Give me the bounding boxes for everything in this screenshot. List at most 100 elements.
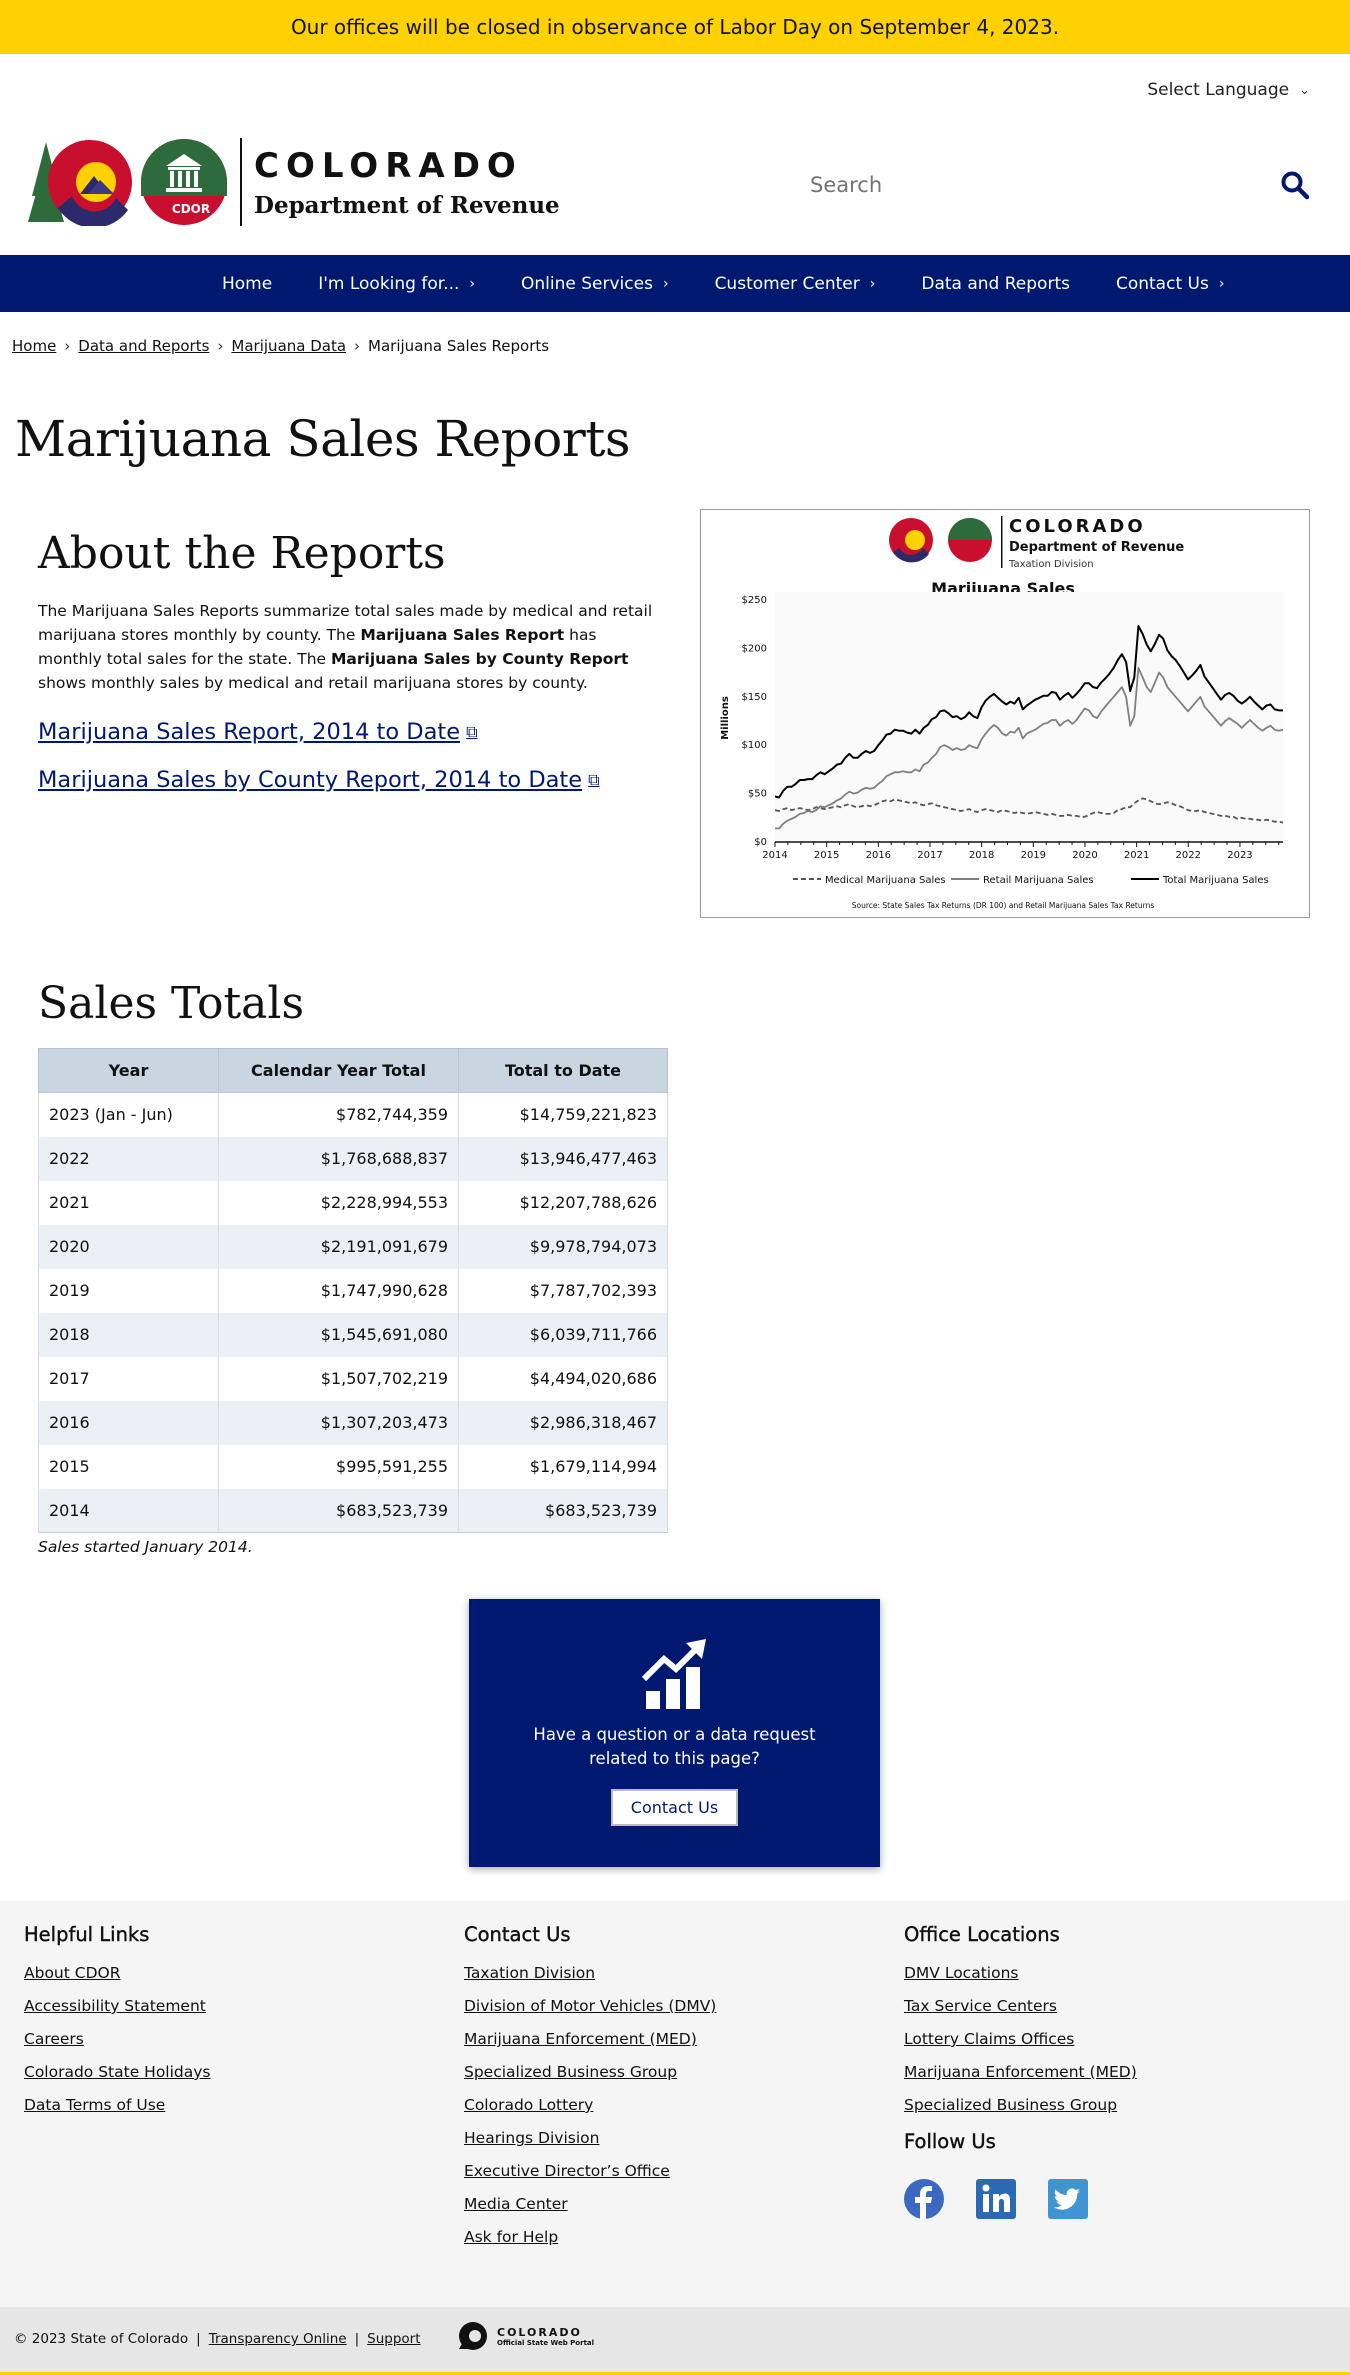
footer-link-dmv[interactable]: Division of Motor Vehicles (DMV) xyxy=(464,1997,716,2015)
nav-item-looking-for[interactable]: I'm Looking for... › xyxy=(318,274,475,294)
sales-line-chart: COLORADO Department of Revenue Taxation … xyxy=(720,516,1284,910)
sales-totals-section: Sales Totals xyxy=(38,978,304,1029)
breadcrumb-data-reports[interactable]: Data and Reports xyxy=(78,337,209,355)
facebook-icon[interactable] xyxy=(904,2179,944,2219)
sales-totals-table: Year Calendar Year Total Total to Date 2… xyxy=(38,1048,668,1533)
cell-year: 2015 xyxy=(38,1444,219,1489)
footer-link-hearings[interactable]: Hearings Division xyxy=(464,2129,599,2147)
portal-title: COLORADO xyxy=(497,2325,582,2339)
footer-link-data-terms[interactable]: Data Terms of Use xyxy=(24,2096,165,2114)
logo-department: Department of Revenue xyxy=(254,191,560,219)
footer-heading: Helpful Links xyxy=(24,1923,150,1946)
footer-link-accessibility[interactable]: Accessibility Statement xyxy=(24,1997,206,2015)
state-portal-logo[interactable]: COLORADO Official State Web Portal xyxy=(455,2321,594,2351)
cdor-logo[interactable]: COLORADO Department of Revenue xyxy=(28,138,560,226)
footer-link-sbg[interactable]: Specialized Business Group xyxy=(464,2063,677,2081)
nav-item-customer-center[interactable]: Customer Center › xyxy=(715,274,876,294)
chart-y-tick-label: $150 xyxy=(742,692,767,703)
social-links xyxy=(904,2179,1137,2219)
chart-plot-area xyxy=(775,592,1283,842)
chart-logo-sun xyxy=(905,530,925,550)
footer-link-media[interactable]: Media Center xyxy=(464,2195,568,2213)
portal-text: COLORADO Official State Web Portal xyxy=(497,2326,594,2347)
chart-x-tick-label: 2023 xyxy=(1227,850,1252,861)
cell-year: 2023 (Jan - Jun) xyxy=(38,1092,219,1137)
footer-helpful-links: Helpful Links About CDOR Accessibility S… xyxy=(24,1923,211,2129)
footer-link-holidays[interactable]: Colorado State Holidays xyxy=(24,2063,211,2081)
breadcrumb-marijuana-data[interactable]: Marijuana Data xyxy=(231,337,346,355)
table-row: 2017 $1,507,702,219 $4,494,020,686 xyxy=(38,1356,668,1401)
footer-link-about[interactable]: About CDOR xyxy=(24,1964,120,1982)
external-link-icon: ⧉ xyxy=(588,770,600,789)
sales-report-link[interactable]: Marijuana Sales Report, 2014 to Date ⧉ xyxy=(38,719,658,745)
contact-us-button[interactable]: Contact Us xyxy=(610,1789,739,1826)
linkedin-icon[interactable] xyxy=(976,2179,1016,2219)
nav-item-label: I'm Looking for... xyxy=(318,273,460,294)
chart-x-tick-label: 2022 xyxy=(1176,850,1201,861)
footer-link-lottery[interactable]: Colorado Lottery xyxy=(464,2096,593,2114)
chart-x-axis: 2014 2015 2016 2017 2018 2019 2020 2021 2022 2023 xyxy=(762,841,1283,861)
cell-total-to-date: $4,494,020,686 xyxy=(458,1356,668,1401)
breadcrumb-home[interactable]: Home xyxy=(12,337,56,355)
chart-y-tick-label: $250 xyxy=(742,595,767,606)
column-header-year: Year xyxy=(38,1048,219,1093)
footer-link-dmv-locations[interactable]: DMV Locations xyxy=(904,1964,1018,1982)
footer-link-med-office[interactable]: Marijuana Enforcement (MED) xyxy=(904,2063,1137,2081)
footer-link-lottery-claims[interactable]: Lottery Claims Offices xyxy=(904,2030,1074,2048)
breadcrumb-separator: › xyxy=(354,337,361,355)
breadcrumb-current: Marijuana Sales Reports xyxy=(368,337,550,355)
footer-link-help[interactable]: Ask for Help xyxy=(464,2228,558,2246)
chart-logo-seal-top xyxy=(948,518,992,540)
cell-calendar-total: $1,545,691,080 xyxy=(218,1312,459,1357)
footer-link-edo[interactable]: Executive Director’s Office xyxy=(464,2162,670,2180)
footer-link-careers[interactable]: Careers xyxy=(24,2030,84,2048)
footer-link-tax-centers[interactable]: Tax Service Centers xyxy=(904,1997,1057,2015)
cell-calendar-total: $995,591,255 xyxy=(218,1444,459,1489)
table-header-row: Year Calendar Year Total Total to Date xyxy=(38,1048,668,1093)
twitter-icon[interactable] xyxy=(1048,2179,1088,2219)
nav-item-online-services[interactable]: Online Services › xyxy=(521,274,669,294)
table-row: 2020 $2,191,091,679 $9,978,794,073 xyxy=(38,1224,668,1269)
sales-report-link-label: Marijuana Sales Report, 2014 to Date xyxy=(38,719,461,745)
table-row: 2014 $683,523,739 $683,523,739 xyxy=(38,1488,668,1533)
chart-legend-label: Total Marijuana Sales xyxy=(1162,875,1269,886)
nav-item-home[interactable]: Home xyxy=(222,274,272,294)
chart-growth-icon xyxy=(641,1639,706,1709)
nav-item-label: Home xyxy=(222,273,273,294)
search-input[interactable] xyxy=(790,173,1250,197)
footer-link-med[interactable]: Marijuana Enforcement (MED) xyxy=(464,2030,697,2048)
chevron-right-icon: › xyxy=(1218,275,1225,292)
chart-y-tick-label: $200 xyxy=(742,643,767,654)
county-report-link-label: Marijuana Sales by County Report, 2014 t… xyxy=(38,767,583,793)
footer-office-locations: Office Locations DMV Locations Tax Servi… xyxy=(904,1923,1137,2219)
site-footer: Helpful Links About CDOR Accessibility S… xyxy=(0,1901,1350,2307)
table-row: 2019 $1,747,990,628 $7,787,702,393 xyxy=(38,1268,668,1313)
chart-logo: COLORADO Department of Revenue Taxation … xyxy=(889,516,1184,570)
footer-link-taxation[interactable]: Taxation Division xyxy=(464,1964,595,1982)
county-report-link[interactable]: Marijuana Sales by County Report, 2014 t… xyxy=(38,767,658,793)
separator: | xyxy=(354,2331,360,2347)
search-icon[interactable] xyxy=(1280,170,1310,200)
language-selector[interactable]: Select Language ⌄ xyxy=(1147,80,1310,100)
colorado-c-logo-icon xyxy=(28,140,132,226)
language-label: Select Language xyxy=(1147,80,1290,100)
about-section: About the Reports The Marijuana Sales Re… xyxy=(38,528,658,793)
nav-item-data-reports[interactable]: Data and Reports xyxy=(921,274,1070,294)
cell-calendar-total: $2,191,091,679 xyxy=(218,1224,459,1269)
cell-total-to-date: $6,039,711,766 xyxy=(458,1312,668,1357)
chart-legend: Medical Marijuana Sales Retail Marijuana … xyxy=(793,875,1269,886)
chart-header-state: COLORADO xyxy=(1009,516,1146,537)
chevron-right-icon: › xyxy=(662,275,669,292)
logo-state: COLORADO xyxy=(254,145,523,186)
cell-year: 2022 xyxy=(38,1136,219,1181)
about-paragraph: The Marijuana Sales Reports summarize to… xyxy=(38,599,658,695)
support-link[interactable]: Support xyxy=(367,2331,420,2347)
transparency-link[interactable]: Transparency Online xyxy=(209,2331,347,2347)
chart-y-tick-label: $0 xyxy=(754,837,767,848)
cell-total-to-date: $683,523,739 xyxy=(458,1488,668,1533)
nav-item-label: Online Services xyxy=(521,273,653,294)
nav-item-contact-us[interactable]: Contact Us › xyxy=(1116,274,1224,294)
footer-link-sbg-office[interactable]: Specialized Business Group xyxy=(904,2096,1117,2114)
about-text-3: shows monthly sales by medical and retai… xyxy=(38,674,588,692)
alert-banner: Our offices will be closed in observance… xyxy=(0,0,1350,54)
